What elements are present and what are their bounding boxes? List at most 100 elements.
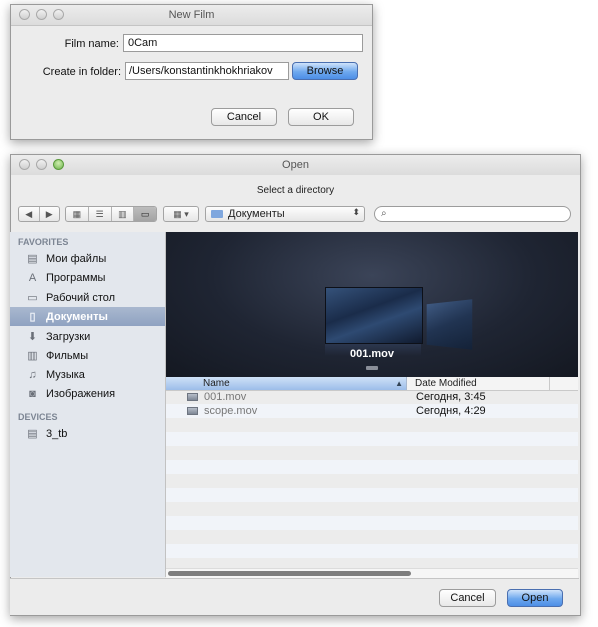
sort-ascending-icon: ▲ <box>395 379 403 388</box>
coverflow-preview[interactable]: 001.mov <box>166 232 578 377</box>
empty-row <box>166 516 578 530</box>
applications-icon: A <box>28 271 37 284</box>
sidebar-item-applications[interactable]: A Программы <box>10 268 165 287</box>
column-view-icon[interactable]: ▥ <box>112 207 135 221</box>
documents-icon: ▯ <box>29 311 36 323</box>
film-name-label: Film name: <box>64 38 119 50</box>
open-cancel-button[interactable]: Cancel <box>439 589 496 607</box>
folder-path-field[interactable]: /Users/konstantinkhokhriakov <box>125 62 289 80</box>
empty-row <box>166 418 578 432</box>
sidebar-item-music[interactable]: ♫ Музыка <box>10 365 165 384</box>
pictures-icon: ◙ <box>29 387 36 400</box>
minimize-window-button[interactable] <box>36 9 47 20</box>
empty-row <box>166 502 578 516</box>
new-film-cancel-button[interactable]: Cancel <box>211 108 277 126</box>
coverflow-thumb-main[interactable] <box>325 287 423 344</box>
search-input[interactable] <box>393 208 563 220</box>
file-list-header: Name ▲ Date Modified <box>166 377 578 391</box>
window-controls <box>19 159 64 170</box>
sidebar-item-pictures[interactable]: ◙ Изображения <box>10 384 165 403</box>
all-my-files-icon: ▤ <box>27 253 38 265</box>
new-film-titlebar[interactable]: New Film <box>11 5 372 26</box>
empty-row <box>166 474 578 488</box>
coverflow-scroll-knob[interactable] <box>366 366 378 370</box>
close-window-button[interactable] <box>19 9 30 20</box>
name-column-label: Name <box>203 378 230 389</box>
sidebar-item-desktop[interactable]: ▭ Рабочий стол <box>10 288 165 307</box>
back-forward-buttons: ◀ ▶ <box>18 206 60 222</box>
desktop-icon: ▭ <box>27 292 38 304</box>
table-row[interactable]: 001.mov Сегодня, 3:45 <box>166 390 578 404</box>
film-name-field[interactable]: 0Cam <box>123 34 363 52</box>
empty-row <box>166 460 578 474</box>
sidebar-item-label: Документы <box>46 310 108 323</box>
list-view-icon[interactable]: ☰ <box>89 207 112 221</box>
file-name: scope.mov <box>204 405 258 417</box>
open-dialog-title: Open <box>282 159 309 171</box>
movie-file-icon <box>187 407 198 415</box>
icon-view-icon[interactable]: ▦ <box>66 207 89 221</box>
new-film-window: New Film Film name: 0Cam Create in folde… <box>10 4 373 140</box>
horizontal-scrollbar[interactable] <box>166 568 578 578</box>
file-name: 001.mov <box>204 391 247 403</box>
location-popup[interactable]: Документы ⬍ <box>205 206 365 222</box>
empty-row <box>166 446 578 460</box>
table-row[interactable]: scope.mov Сегодня, 4:29 <box>166 404 578 418</box>
empty-row <box>166 488 578 502</box>
new-film-title: New Film <box>168 9 215 21</box>
zoom-window-button[interactable] <box>53 9 64 20</box>
favorites-header: FAVORITES <box>18 237 69 247</box>
downloads-icon: ⬇ <box>27 331 38 343</box>
popup-arrows-icon: ⬍ <box>352 207 360 217</box>
view-mode-switch: ▦ ☰ ▥ ▭ <box>65 206 157 222</box>
sidebar-item-downloads[interactable]: ⬇ Загрузки <box>10 327 165 346</box>
movie-file-icon <box>187 393 198 401</box>
date-column-header[interactable]: Date Modified <box>407 377 550 390</box>
arrange-menu-button[interactable]: ▦ ▾ <box>163 206 199 222</box>
name-column-header[interactable]: Name ▲ <box>166 377 407 390</box>
forward-icon[interactable]: ▶ <box>40 207 60 221</box>
open-dialog-titlebar[interactable]: Open <box>11 155 580 175</box>
folder-icon <box>211 210 223 218</box>
sidebar-item-label: 3_tb <box>46 427 68 440</box>
devices-header: DEVICES <box>18 412 58 422</box>
coverflow-thumb-side[interactable] <box>426 299 473 350</box>
empty-row <box>166 530 578 544</box>
window-controls <box>19 9 64 20</box>
sidebar-item-label: Программы <box>46 271 106 284</box>
browse-button[interactable]: Browse <box>292 62 358 80</box>
file-date: Сегодня, 4:29 <box>416 405 486 417</box>
date-column-label: Date Modified <box>415 378 477 389</box>
sidebar-item-label: Изображения <box>46 387 116 400</box>
music-icon: ♫ <box>28 368 37 381</box>
search-field[interactable]: ⌕ <box>374 206 571 222</box>
sidebar-item-movies[interactable]: ▥ Фильмы <box>10 346 165 365</box>
coverflow-caption: 001.mov <box>349 348 395 360</box>
sidebar-item-documents[interactable]: ▯ Документы <box>10 307 165 326</box>
sidebar-item-label: Загрузки <box>46 330 91 343</box>
sidebar-item-label: Рабочий стол <box>46 291 116 304</box>
search-icon: ⌕ <box>381 208 387 219</box>
location-label: Документы <box>228 208 285 220</box>
file-list: 001.mov Сегодня, 3:45 scope.mov Сегодня,… <box>166 390 578 568</box>
create-folder-label: Create in folder: <box>42 66 121 78</box>
sidebar-item-3tb[interactable]: ▤ 3_tb <box>10 424 165 443</box>
movies-icon: ▥ <box>27 350 38 362</box>
back-icon[interactable]: ◀ <box>19 207 40 221</box>
sidebar-item-label: Музыка <box>46 368 85 381</box>
sidebar: FAVORITES ▤ Мои файлы A Программы ▭ Рабо… <box>10 232 166 577</box>
empty-row <box>166 544 578 558</box>
scrollbar-thumb[interactable] <box>168 571 411 576</box>
sidebar-item-label: Мои файлы <box>46 252 107 265</box>
close-window-button[interactable] <box>19 159 30 170</box>
open-button[interactable]: Open <box>507 589 563 607</box>
empty-row <box>166 432 578 446</box>
minimize-window-button[interactable] <box>36 159 47 170</box>
zoom-window-button[interactable] <box>53 159 64 170</box>
file-date: Сегодня, 3:45 <box>416 391 486 403</box>
ok-button[interactable]: OK <box>288 108 354 126</box>
coverflow-view-icon[interactable]: ▭ <box>134 207 156 221</box>
dialog-subtitle: Select a directory <box>256 185 335 196</box>
sidebar-item-all-my-files[interactable]: ▤ Мои файлы <box>10 249 165 268</box>
hard-drive-icon: ▤ <box>27 428 38 440</box>
